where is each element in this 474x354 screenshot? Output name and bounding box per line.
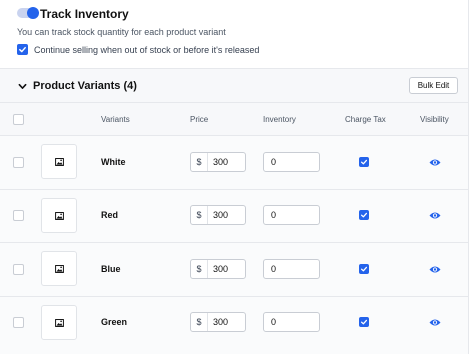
- eye-icon[interactable]: [429, 158, 441, 167]
- price-value: 300: [213, 317, 229, 327]
- bulk-edit-button[interactable]: Bulk Edit: [409, 77, 458, 94]
- price-input[interactable]: $ 300: [190, 205, 246, 225]
- checkmark-icon: [19, 46, 26, 53]
- charge-tax-checkbox[interactable]: [359, 264, 369, 274]
- checkmark-icon: [360, 159, 368, 165]
- charge-tax-checkbox[interactable]: [359, 157, 369, 167]
- eye-icon[interactable]: [429, 265, 441, 274]
- table-header-row: [0, 103, 468, 135]
- charge-tax-checkbox[interactable]: [359, 317, 369, 327]
- price-input[interactable]: $ 300: [190, 312, 246, 332]
- inventory-input[interactable]: 0: [263, 312, 320, 332]
- currency-symbol: $: [191, 260, 208, 278]
- column-header-variants: Variants: [101, 115, 130, 124]
- variants-section-title: Product Variants (4): [33, 80, 137, 92]
- variant-name: Red: [101, 210, 119, 220]
- eye-icon[interactable]: [429, 318, 441, 327]
- track-inventory-description: You can track stock quantity for each pr…: [17, 27, 226, 37]
- image-placeholder-icon: [54, 157, 64, 166]
- variant-image-placeholder[interactable]: [41, 305, 77, 340]
- charge-tax-checkbox[interactable]: [359, 210, 369, 220]
- inventory-input[interactable]: 0: [263, 152, 320, 172]
- inventory-input[interactable]: 0: [263, 205, 320, 225]
- column-header-charge-tax: Charge Tax: [345, 115, 386, 124]
- image-placeholder-icon: [54, 318, 64, 327]
- continue-selling-label: Continue selling when out of stock or be…: [34, 44, 260, 55]
- variant-image-placeholder[interactable]: [41, 251, 77, 286]
- column-header-inventory: Inventory: [263, 115, 296, 124]
- continue-selling-checkbox[interactable]: [17, 44, 28, 55]
- checkmark-icon: [360, 266, 368, 272]
- row-select-checkbox[interactable]: [13, 264, 24, 275]
- variant-image-placeholder[interactable]: [41, 144, 77, 179]
- currency-symbol: $: [191, 206, 208, 224]
- price-value: 300: [213, 210, 229, 220]
- track-inventory-toggle[interactable]: [17, 7, 39, 19]
- variant-image-placeholder[interactable]: [41, 198, 77, 233]
- chevron-down-icon[interactable]: [18, 82, 27, 91]
- variant-name: Blue: [101, 264, 121, 274]
- checkmark-icon: [360, 212, 368, 218]
- variant-name: Green: [101, 317, 128, 327]
- variant-name: White: [101, 157, 126, 167]
- inventory-section: Track Inventory You can track stock quan…: [0, 0, 468, 68]
- column-header-price: Price: [190, 115, 209, 124]
- currency-symbol: $: [191, 313, 208, 331]
- panel-right-edge: [468, 0, 474, 354]
- image-placeholder-icon: [54, 211, 64, 220]
- select-all-checkbox[interactable]: [13, 114, 24, 125]
- inventory-input[interactable]: 0: [263, 259, 320, 279]
- toggle-knob: [27, 7, 39, 19]
- price-input[interactable]: $ 300: [190, 259, 246, 279]
- image-placeholder-icon: [54, 264, 64, 273]
- currency-symbol: $: [191, 153, 208, 171]
- price-value: 300: [213, 264, 229, 274]
- price-input[interactable]: $ 300: [190, 152, 246, 172]
- row-select-checkbox[interactable]: [13, 157, 24, 168]
- continue-selling-option: Continue selling when out of stock or be…: [17, 44, 259, 55]
- eye-icon[interactable]: [429, 211, 441, 220]
- track-inventory-title: Track Inventory: [40, 7, 129, 21]
- row-select-checkbox[interactable]: [13, 210, 24, 221]
- price-value: 300: [213, 157, 229, 167]
- column-header-visibility: Visibility: [420, 115, 449, 124]
- checkmark-icon: [360, 319, 368, 325]
- row-select-checkbox[interactable]: [13, 317, 24, 328]
